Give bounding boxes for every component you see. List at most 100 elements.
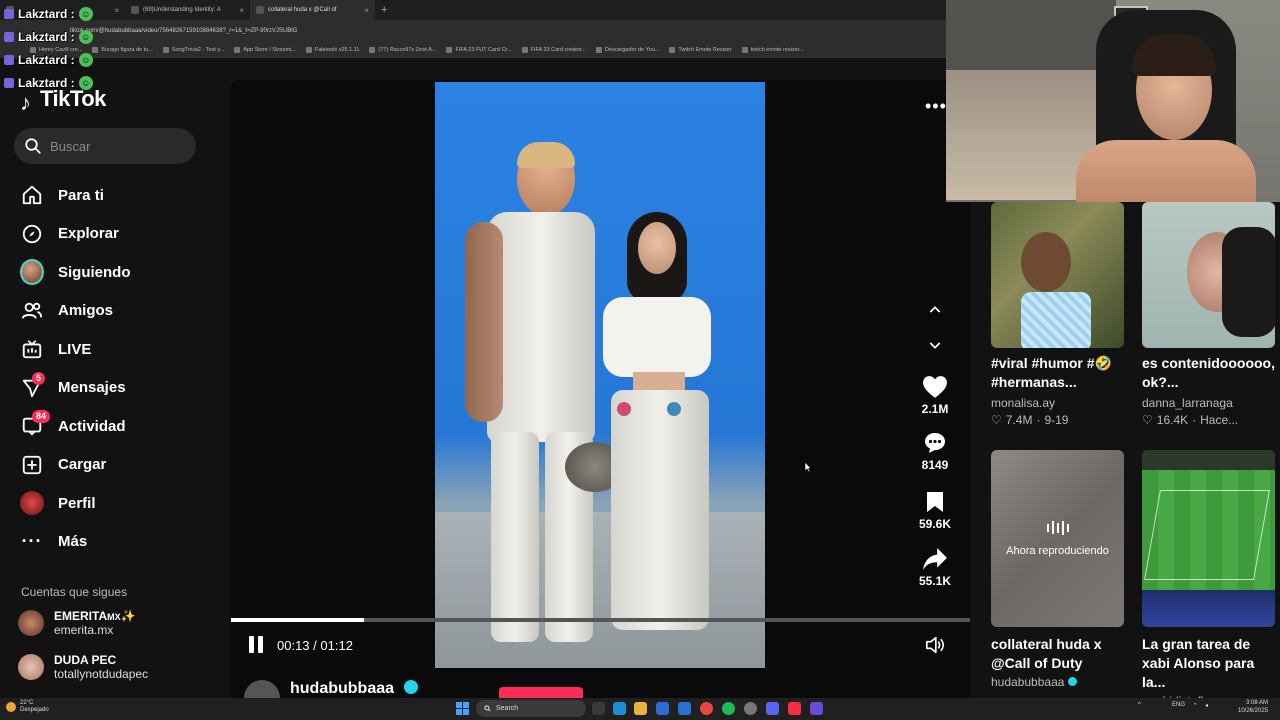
discord-icon[interactable]: [766, 702, 779, 715]
recommended-video-now-playing[interactable]: Ahora reproduciendo collateral huda x @C…: [991, 450, 1124, 689]
close-icon[interactable]: ×: [364, 6, 369, 15]
chat-line: Lakztard : ☺: [4, 2, 93, 25]
tab-favicon: [256, 6, 264, 14]
share-icon: [923, 548, 947, 570]
video-frame[interactable]: [435, 82, 765, 668]
sidebar-item-amigos[interactable]: Amigos: [20, 292, 131, 331]
following-account[interactable]: EMERITAMX✨ emerita.mx: [18, 609, 136, 637]
save-button[interactable]: 59.6K: [915, 489, 955, 531]
close-icon[interactable]: ×: [239, 6, 244, 15]
wifi-icon[interactable]: ◔: [1193, 702, 1197, 708]
screen: × (69)Understanding Identity: A × collate…: [0, 0, 1280, 720]
sidebar: ♪TikTok Para ti Explorar Siguiendo Amigo…: [0, 58, 212, 698]
bookmark-item[interactable]: (77) Racco97s Zest-A...: [369, 47, 436, 53]
following-avatar: [20, 259, 44, 286]
progress-fill: [231, 618, 365, 622]
video-author: monalisa.ay: [991, 396, 1056, 410]
next-video-button[interactable]: [925, 335, 945, 355]
sidebar-item-explorar[interactable]: Explorar: [20, 215, 131, 254]
pause-button[interactable]: [249, 636, 267, 654]
bookmark-item[interactable]: twitch emote resizer...: [742, 47, 804, 53]
more-options-icon[interactable]: •••: [925, 96, 947, 117]
heart-outline-icon: ♡: [1142, 413, 1153, 427]
sidebar-item-actividad[interactable]: 84 Actividad: [20, 407, 131, 446]
home-icon: [20, 183, 44, 207]
recommended-video[interactable]: es contenidoooooo, ok?... danna_larranag…: [1142, 202, 1275, 427]
now-playing-label: Ahora reproduciendo: [1006, 544, 1109, 557]
spotify-icon[interactable]: [722, 702, 735, 715]
bookmark-item[interactable]: Twitch Emote Resizer: [669, 47, 731, 53]
music-icon[interactable]: [788, 702, 801, 715]
recommended-video[interactable]: La gran tarea de xabi Alonso para la... …: [1142, 450, 1275, 708]
sidebar-item-mensajes[interactable]: 5 Mensajes: [20, 369, 131, 408]
video-person-right: [575, 212, 735, 652]
volume-button[interactable]: [925, 636, 945, 659]
chevron-down-icon: [929, 342, 941, 349]
bookmark-item[interactable]: Faletools v25.1.11: [306, 47, 360, 53]
video-time: 00:13 / 01:12: [277, 638, 353, 653]
browser-tab[interactable]: (69)Understanding Identity: A ×: [125, 0, 250, 20]
sidebar-item-mas[interactable]: ··· Más: [20, 523, 131, 562]
address-bar[interactable]: tiktok.com/@hudabubbaaa/video/7564826715…: [0, 20, 946, 42]
heart-icon: [923, 376, 947, 398]
bookmark-item[interactable]: SongTrivia2 - Test y...: [163, 47, 224, 53]
volume-tray-icon[interactable]: ◂: [1205, 702, 1208, 709]
video-progress-bar[interactable]: [231, 618, 970, 622]
chat-line: Lakztard : ☺: [4, 71, 93, 94]
file-explorer-icon[interactable]: [634, 702, 647, 715]
comment-button[interactable]: 8149: [915, 430, 955, 472]
mail-icon[interactable]: [678, 702, 691, 715]
verified-icon: [404, 680, 419, 694]
share-button[interactable]: 55.1K: [915, 546, 955, 588]
like-button[interactable]: 2.1M: [915, 374, 955, 416]
bookmark-item[interactable]: Burago figura de tu...: [92, 47, 152, 53]
volume-icon: [925, 636, 944, 654]
search-icon: [484, 705, 491, 712]
chevron-up-icon: [929, 306, 941, 313]
weather-widget[interactable]: 22°C Despejado: [6, 700, 49, 714]
taskbar-search[interactable]: Search: [476, 700, 586, 717]
comment-icon: [925, 433, 945, 453]
sidebar-item-cargar[interactable]: Cargar: [20, 446, 131, 485]
chrome-icon[interactable]: [700, 702, 713, 715]
store-icon[interactable]: [656, 702, 669, 715]
language-indicator[interactable]: ENG: [1172, 702, 1185, 708]
app-icon[interactable]: [744, 702, 757, 715]
following-account[interactable]: DUDA PEC totallynotdudapec: [18, 653, 148, 681]
more-icon: ···: [21, 531, 43, 552]
bookmarks-bar: Henry Cavill cre... Burago figura de tu..…: [0, 42, 946, 58]
sidebar-item-siguiendo[interactable]: Siguiendo: [20, 253, 131, 292]
video-author: hudabubbaaa: [991, 675, 1124, 689]
clock[interactable]: 3:08 AM 10/26/2025: [1238, 699, 1268, 715]
search-input[interactable]: [50, 138, 180, 154]
equalizer-icon: [1046, 520, 1069, 535]
sidebar-item-perfil[interactable]: Perfil: [20, 484, 131, 523]
like-count: 2.1M: [921, 402, 949, 416]
browser-tab-active[interactable]: collateral huda x @Call of ×: [250, 0, 375, 20]
edge-icon[interactable]: [613, 702, 626, 715]
sidebar-item-live[interactable]: LIVE: [20, 330, 131, 369]
task-view-icon[interactable]: [592, 702, 605, 715]
video-author[interactable]: hudabubbaaa: [244, 680, 419, 698]
url-text: tiktok.com/@hudabubbaaa/video/7564826715…: [70, 28, 298, 34]
share-count: 55.1K: [918, 574, 952, 588]
follow-button[interactable]: [499, 687, 583, 698]
author-name: hudabubbaaa: [290, 680, 395, 697]
bookmark-icon: [927, 492, 943, 512]
stream-chat-overlay: Lakztard : ☺ Lakztard : ☺ Lakztard : ☺ Lakz…: [4, 2, 93, 94]
bookmark-item[interactable]: App Store / Streami...: [234, 47, 296, 53]
bookmark-item[interactable]: FIFA 23 Card creator...: [522, 47, 586, 53]
close-icon[interactable]: ×: [114, 6, 119, 15]
windows-start-button[interactable]: [456, 702, 469, 715]
video-thumbnail: [1142, 450, 1275, 627]
bookmark-item[interactable]: Descargador de You...: [596, 47, 659, 53]
app-icon[interactable]: [810, 702, 823, 715]
sidebar-nav: Para ti Explorar Siguiendo Amigos LIVE 5…: [20, 176, 131, 561]
sidebar-item-para-ti[interactable]: Para ti: [20, 176, 131, 215]
previous-video-button[interactable]: [925, 300, 945, 320]
webcam-overlay: [946, 0, 1280, 202]
tray-chevron-icon[interactable]: ^: [1138, 702, 1141, 708]
new-tab-button[interactable]: +: [375, 4, 393, 16]
recommended-video[interactable]: #viral #humor #🤣 #hermanas... monalisa.a…: [991, 202, 1124, 427]
bookmark-item[interactable]: FIFA 23 FUT Card Cr...: [446, 47, 511, 53]
